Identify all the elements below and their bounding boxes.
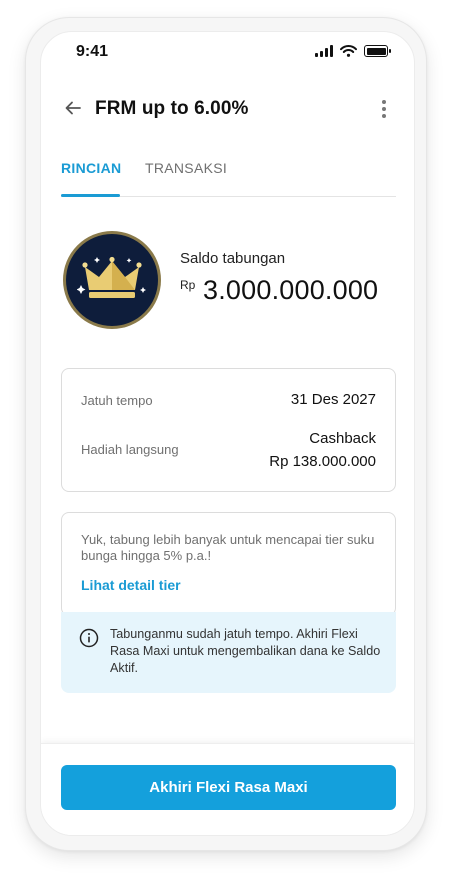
status-time: 9:41 [76, 43, 109, 60]
info-icon [79, 628, 99, 648]
notice-text: Tabunganmu sudah jatuh tempo. Akhiri Fle… [110, 627, 381, 675]
signal-icon [315, 45, 333, 57]
maturity-value: 31 Des 2027 [290, 391, 376, 408]
end-flexi-button[interactable]: Akhiri Flexi Rasa Maxi [61, 765, 396, 810]
more-options-icon[interactable] [378, 98, 390, 120]
maturity-label: Jatuh tempo [81, 393, 153, 408]
promo-text: Yuk, tabung lebih banyak untuk mencapai … [81, 532, 375, 563]
tier-detail-link[interactable]: Lihat detail tier [81, 577, 181, 593]
wifi-icon [340, 45, 357, 57]
app-header: FRM up to 6.00% [41, 88, 414, 132]
bottom-action-bar: Akhiri Flexi Rasa Maxi [41, 743, 414, 835]
reward-type: Cashback [309, 430, 376, 447]
reward-label: Hadiah langsung [81, 442, 179, 457]
status-icons [315, 45, 391, 57]
crown-icon [77, 256, 146, 298]
tab-rincian[interactable]: RINCIAN [61, 160, 121, 176]
tab-transaksi[interactable]: TRANSAKSI [145, 160, 227, 176]
tab-bar: RINCIAN TRANSAKSI [61, 154, 396, 197]
page-title: FRM up to 6.00% [95, 98, 249, 119]
back-arrow-icon[interactable] [63, 98, 83, 118]
balance-value: 3.000.000.000 [203, 275, 379, 305]
promo-card: Yuk, tabung lebih banyak untuk mencapai … [61, 512, 396, 616]
phone-screen: 9:41 FRM up to 6.00% RINCIAN TRANSAKSI S… [40, 31, 415, 836]
reward-amount: Rp 138.000.000 [269, 453, 376, 470]
battery-icon [364, 45, 391, 57]
currency-prefix: Rp [180, 278, 196, 292]
active-tab-indicator [61, 194, 120, 197]
maturity-notice: Tabunganmu sudah jatuh tempo. Akhiri Fle… [61, 612, 396, 693]
status-bar: 9:41 [41, 32, 414, 76]
detail-card: Jatuh tempo 31 Des 2027 Hadiah langsung … [61, 368, 396, 492]
tier-badge [63, 231, 161, 329]
balance-label: Saldo tabungan [180, 250, 286, 267]
